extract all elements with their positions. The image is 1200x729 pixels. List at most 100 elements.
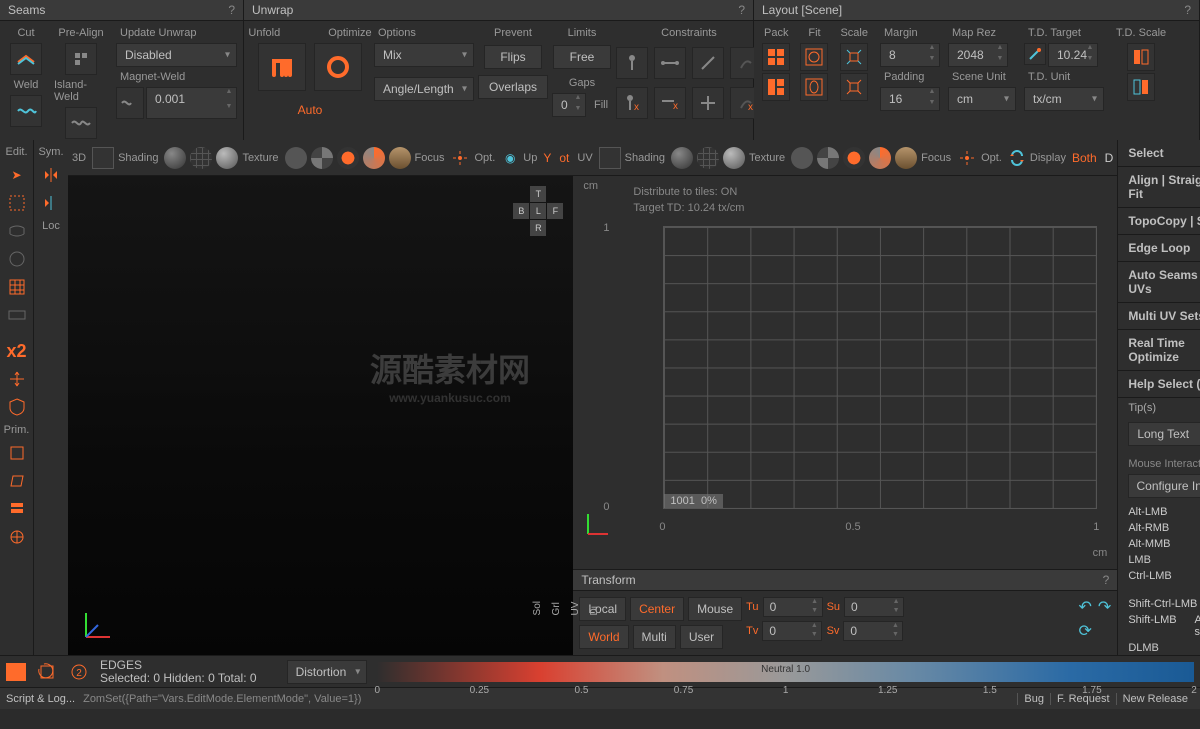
tex-grad-icon[interactable]	[363, 147, 385, 169]
mesh-icon[interactable]	[4, 218, 30, 244]
constraint-horizontal-icon[interactable]	[654, 47, 686, 79]
maprez-input[interactable]: 2048▲▼	[948, 43, 1008, 67]
tex-none-icon[interactable]	[285, 147, 307, 169]
user-button[interactable]: User	[680, 625, 723, 649]
options-mix[interactable]: Mix	[374, 43, 474, 67]
constraint-remove-pin-icon[interactable]: x	[616, 87, 648, 119]
margin-input[interactable]: 8▲▼	[880, 43, 940, 67]
tex-none-icon[interactable]	[791, 147, 813, 169]
redo-icon[interactable]: ↷	[1098, 597, 1111, 617]
tex-grad-icon[interactable]	[869, 147, 891, 169]
opt-icon[interactable]: ◉	[501, 149, 519, 167]
refresh-icon[interactable]: ⟳	[1079, 621, 1112, 641]
td-scale-b-icon[interactable]	[1127, 73, 1155, 101]
help-icon[interactable]: ?	[228, 3, 235, 17]
td-target-input[interactable]: 10.24▲▼	[1048, 43, 1098, 67]
help-multiuv[interactable]: Multi UV Sets	[1118, 303, 1200, 330]
padding-input[interactable]: 16▲▼	[880, 87, 940, 111]
focus-icon[interactable]	[450, 148, 470, 168]
multi-button[interactable]: Multi	[633, 625, 676, 649]
auto-button[interactable]: Auto	[288, 99, 333, 121]
configure-interaction-button[interactable]: Configure Interaction...	[1128, 474, 1200, 498]
prevent-flips[interactable]: Flips	[484, 45, 542, 69]
up-value[interactable]: Y	[543, 151, 551, 165]
undo-icon[interactable]: ↶	[1079, 597, 1092, 617]
world-button[interactable]: World	[579, 625, 628, 649]
help-icon[interactable]: ?	[1184, 3, 1191, 17]
pack-mixed-icon[interactable]	[762, 73, 790, 101]
constraint-pin-icon[interactable]	[616, 47, 648, 79]
status-color-box[interactable]	[6, 663, 26, 681]
script-log-label[interactable]: Script & Log...	[6, 693, 75, 705]
d-button[interactable]: D	[1105, 151, 1114, 165]
bug-link[interactable]: Bug	[1017, 693, 1050, 705]
pack-tiles-icon[interactable]	[762, 43, 790, 71]
update-unwrap-dropdown[interactable]: Disabled	[116, 43, 237, 67]
prevent-overlaps[interactable]: Overlaps	[478, 75, 548, 99]
help-icon[interactable]: ?	[738, 3, 745, 17]
constraint-remove-h-icon[interactable]: x	[654, 87, 686, 119]
magnet-weld-button[interactable]	[116, 87, 144, 119]
uv-canvas[interactable]: cm Distribute to tiles: ON Target TD: 10…	[573, 176, 1117, 569]
strip-icon[interactable]	[4, 302, 30, 328]
optimize-button[interactable]	[314, 43, 362, 91]
tex-wood-icon[interactable]	[389, 147, 411, 169]
shading-solid-icon[interactable]	[164, 147, 186, 169]
scale-out-icon[interactable]	[840, 73, 868, 101]
tex-checker-icon[interactable]	[817, 147, 839, 169]
status-rotate-icon[interactable]	[36, 661, 58, 683]
tex-uv-icon[interactable]	[843, 147, 865, 169]
sync-icon[interactable]	[1008, 149, 1026, 167]
frame-icon[interactable]	[599, 147, 621, 169]
mouse-button[interactable]: Mouse	[688, 597, 742, 621]
td-unit-dropdown[interactable]: tx/cm	[1024, 87, 1104, 111]
scene-unit-dropdown[interactable]: cm	[948, 87, 1016, 111]
help-topocopy[interactable]: TopoCopy | Stack	[1118, 208, 1200, 235]
help-autoseams[interactable]: Auto Seams | Full AUTO UVs	[1118, 262, 1200, 303]
limits-free[interactable]: Free	[553, 45, 611, 69]
help-edgeloop[interactable]: Edge Loop	[1118, 235, 1200, 262]
shading-wire-icon[interactable]	[697, 147, 719, 169]
status-badge-icon[interactable]: 2	[68, 661, 90, 683]
help-realtime[interactable]: Real Time Optimizeenable	[1118, 330, 1200, 371]
shading-lit-icon[interactable]	[216, 147, 238, 169]
help-select-edges[interactable]: Help Select (Edges)	[1118, 371, 1200, 398]
sphere-icon[interactable]	[4, 246, 30, 272]
magnet-weld-value[interactable]: 0.001▲▼	[146, 87, 237, 119]
prim-persp-icon[interactable]	[4, 468, 30, 494]
both-button[interactable]: Both	[1072, 151, 1097, 165]
sym-mirror-b-icon[interactable]	[38, 190, 64, 216]
rect-select-icon[interactable]	[4, 190, 30, 216]
su-input[interactable]: 0▲▼	[844, 597, 904, 617]
grid-icon[interactable]	[4, 274, 30, 300]
other-label[interactable]: ot	[559, 151, 569, 165]
tv-input[interactable]: 0▲▼	[762, 621, 822, 641]
unfold-button[interactable]	[258, 43, 306, 91]
island-weld-button[interactable]	[65, 107, 97, 139]
fit-circle-icon[interactable]	[800, 43, 828, 71]
help-align[interactable]: Align | Straighten | Flip | Fit	[1118, 167, 1200, 208]
td-scale-a-icon[interactable]	[1127, 43, 1155, 71]
x2-icon[interactable]: x2	[4, 338, 30, 364]
td-picker-icon[interactable]	[1024, 43, 1046, 65]
prim-rect-icon[interactable]	[4, 440, 30, 466]
tex-checker-icon[interactable]	[311, 147, 333, 169]
cut-button[interactable]	[10, 43, 42, 75]
longtext-field[interactable]: Long Text	[1128, 422, 1200, 446]
shading-lit-icon[interactable]	[723, 147, 745, 169]
shield-icon[interactable]	[4, 394, 30, 420]
new-release-link[interactable]: New Release	[1116, 693, 1194, 705]
tu-input[interactable]: 0▲▼	[763, 597, 823, 617]
frame-icon[interactable]	[92, 147, 114, 169]
limits-value[interactable]: 0▲▼	[552, 93, 586, 117]
prealign-button[interactable]	[65, 43, 97, 75]
sv-input[interactable]: 0▲▼	[843, 621, 903, 641]
tex-uv-icon[interactable]	[337, 147, 359, 169]
constraint-add-icon[interactable]	[692, 87, 724, 119]
viewport-3d[interactable]: T BLF R	[68, 176, 573, 655]
weld-button[interactable]	[10, 95, 42, 127]
sym-mirror-icon[interactable]	[38, 162, 64, 188]
options-angle-length[interactable]: Angle/Length	[374, 77, 474, 101]
help-icon[interactable]: ?	[1103, 573, 1110, 587]
constraint-diagonal-icon[interactable]	[692, 47, 724, 79]
